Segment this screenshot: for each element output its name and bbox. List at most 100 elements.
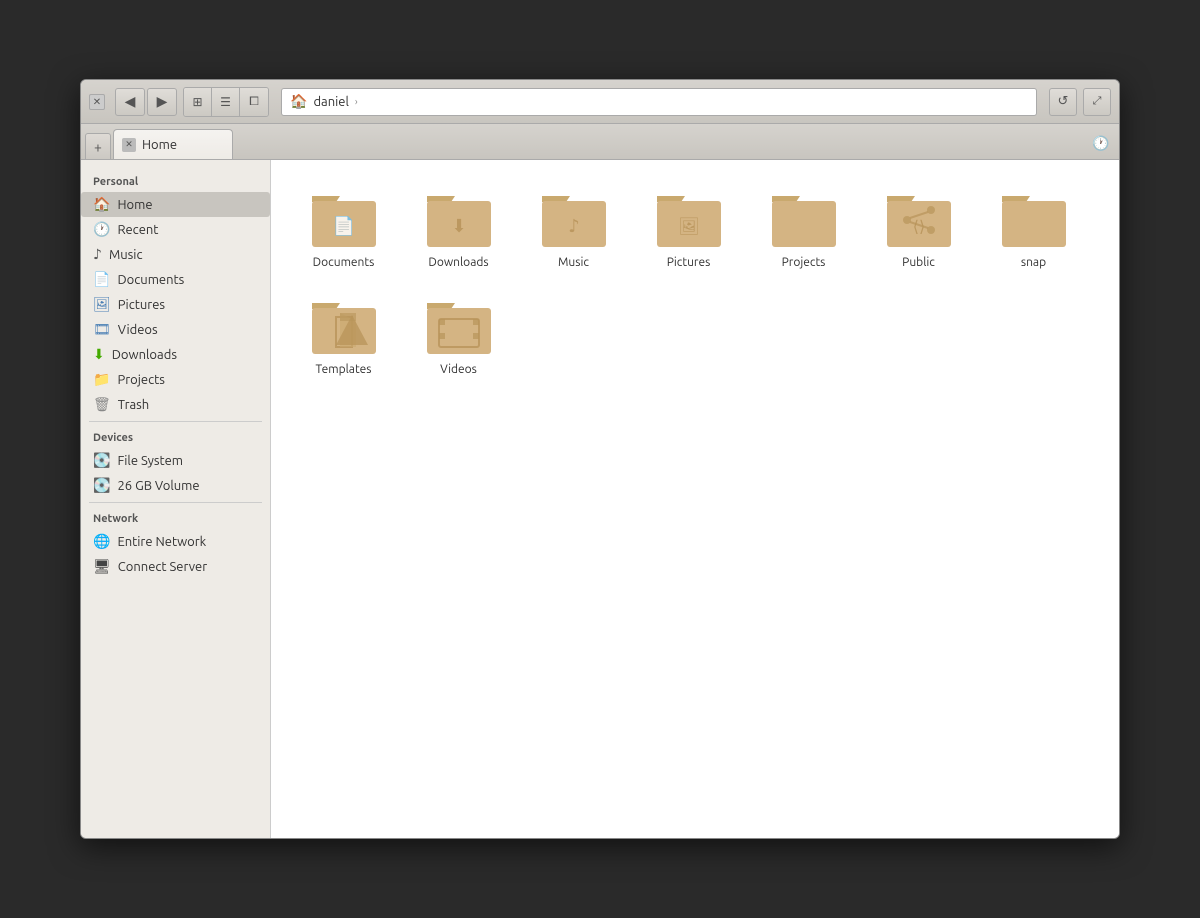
tab-close-button[interactable]: ✕: [122, 138, 136, 152]
file-manager-window: ✕ ◀ ▶ ⊞ ☰ ⧠ 🏠 daniel › ↺: [80, 79, 1120, 839]
forward-icon: ▶: [157, 93, 168, 110]
folder-icon-snap: [998, 188, 1070, 252]
sidebar-item-filesystem[interactable]: 💽 File System: [81, 448, 270, 473]
svg-text:♪: ♪: [568, 216, 580, 236]
filesystem-icon: 💽: [93, 452, 110, 469]
back-button[interactable]: ◀: [115, 88, 145, 116]
grid-icon: ⊞: [192, 95, 202, 109]
sidebar-item-downloads[interactable]: ⬇ Downloads: [81, 342, 270, 367]
chevron-icon: ›: [355, 96, 358, 107]
sidebar-item-pictures[interactable]: 🖼 Pictures: [81, 292, 270, 317]
svg-text:⬇: ⬇: [451, 216, 466, 236]
sidebar-item-label: Recent: [117, 223, 158, 237]
projects-icon: 📁: [93, 371, 110, 388]
file-item-templates[interactable]: Templates: [291, 287, 396, 384]
sidebar-item-label: Documents: [117, 273, 184, 287]
downloads-icon: ⬇: [93, 346, 105, 363]
sidebar-item-projects[interactable]: 📁 Projects: [81, 367, 270, 392]
sidebar-item-music[interactable]: ♪ Music: [81, 242, 270, 267]
sidebar-item-label: Downloads: [112, 348, 177, 362]
sidebar-item-label: 26 GB Volume: [117, 479, 199, 493]
folder-icon-projects: [768, 188, 840, 252]
file-label: Templates: [316, 363, 372, 376]
file-item-music[interactable]: ♪ Music: [521, 180, 626, 277]
titlebar: ✕ ◀ ▶ ⊞ ☰ ⧠ 🏠 daniel › ↺: [81, 80, 1119, 124]
tab-home[interactable]: ✕ Home: [113, 129, 233, 159]
file-label: Downloads: [428, 256, 488, 269]
reload-icon: ↺: [1058, 94, 1069, 109]
forward-button[interactable]: ▶: [147, 88, 177, 116]
file-item-videos[interactable]: Videos: [406, 287, 511, 384]
folder-icon-downloads: ⬇: [423, 188, 495, 252]
sidebar: Personal 🏠 Home 🕐 Recent ♪ Music 📄 Docum…: [81, 160, 271, 838]
videos-icon: 🎞: [93, 321, 111, 338]
file-item-snap[interactable]: snap: [981, 180, 1086, 277]
sidebar-item-trash[interactable]: 🗑 Trash: [81, 392, 270, 417]
sidebar-item-label: Trash: [118, 398, 149, 412]
file-label: Public: [902, 256, 935, 269]
sidebar-divider-2: [89, 502, 262, 503]
addressbar[interactable]: 🏠 daniel ›: [281, 88, 1037, 116]
view-split-button[interactable]: ⧠: [240, 88, 268, 116]
sidebar-item-documents[interactable]: 📄 Documents: [81, 267, 270, 292]
network-icon: 🌐: [93, 533, 110, 550]
sidebar-item-label: Connect Server: [118, 560, 207, 574]
file-item-downloads[interactable]: ⬇ Downloads: [406, 180, 511, 277]
expand-icon: ⤢: [1093, 95, 1102, 108]
svg-text:🖼: 🖼: [678, 217, 700, 236]
close-button[interactable]: ✕: [89, 94, 105, 110]
view-buttons: ⊞ ☰ ⧠: [183, 87, 269, 117]
sidebar-item-videos[interactable]: 🎞 Videos: [81, 317, 270, 342]
sidebar-item-label: Entire Network: [117, 535, 206, 549]
file-item-pictures[interactable]: 🖼 Pictures: [636, 180, 741, 277]
trash-icon: 🗑: [93, 396, 111, 413]
address-text: daniel: [313, 95, 348, 109]
folder-icon-music: ♪: [538, 188, 610, 252]
file-item-public[interactable]: ⟨⟩ Public: [866, 180, 971, 277]
view-grid-button[interactable]: ⊞: [184, 88, 212, 116]
file-label: Videos: [440, 363, 477, 376]
network-section-label: Network: [81, 507, 270, 529]
home-icon: 🏠: [93, 196, 110, 213]
main-area: Personal 🏠 Home 🕐 Recent ♪ Music 📄 Docum…: [81, 160, 1119, 838]
server-icon: 🖥: [93, 558, 111, 575]
home-icon: 🏠: [290, 93, 307, 110]
music-icon: ♪: [93, 246, 102, 263]
history-icon: 🕐: [1092, 135, 1109, 152]
volume-icon: 💽: [93, 477, 110, 494]
list-icon: ☰: [220, 95, 231, 109]
new-tab-button[interactable]: +: [85, 133, 111, 159]
sidebar-item-label: Projects: [117, 373, 164, 387]
folder-icon-templates: [308, 295, 380, 359]
sidebar-item-label: Videos: [118, 323, 158, 337]
sidebar-item-recent[interactable]: 🕐 Recent: [81, 217, 270, 242]
file-label: Pictures: [667, 256, 711, 269]
tabbar: + ✕ Home 🕐: [81, 124, 1119, 160]
file-grid: 📄 Documents ⬇ Downloads: [291, 180, 1099, 384]
folder-icon-pictures: 🖼: [653, 188, 725, 252]
personal-section-label: Personal: [81, 170, 270, 192]
file-label: Projects: [782, 256, 826, 269]
file-label: Music: [558, 256, 589, 269]
nav-buttons: ◀ ▶: [115, 88, 177, 116]
sidebar-divider-1: [89, 421, 262, 422]
sidebar-item-connectserver[interactable]: 🖥 Connect Server: [81, 554, 270, 579]
file-label: Documents: [313, 256, 375, 269]
file-item-documents[interactable]: 📄 Documents: [291, 180, 396, 277]
view-list-button[interactable]: ☰: [212, 88, 240, 116]
file-item-projects[interactable]: Projects: [751, 180, 856, 277]
documents-icon: 📄: [93, 271, 110, 288]
expand-button[interactable]: ⤢: [1083, 88, 1111, 116]
file-area: 📄 Documents ⬇ Downloads: [271, 160, 1119, 838]
back-icon: ◀: [125, 93, 136, 110]
devices-section-label: Devices: [81, 426, 270, 448]
folder-icon-documents: 📄: [308, 188, 380, 252]
sidebar-item-label: Pictures: [118, 298, 165, 312]
sidebar-item-entirenetwork[interactable]: 🌐 Entire Network: [81, 529, 270, 554]
reload-button[interactable]: ↺: [1049, 88, 1077, 116]
file-label: snap: [1021, 256, 1046, 269]
history-button[interactable]: 🕐: [1089, 131, 1113, 155]
sidebar-item-volume[interactable]: 💽 26 GB Volume: [81, 473, 270, 498]
sidebar-item-home[interactable]: 🏠 Home: [81, 192, 270, 217]
pictures-icon: 🖼: [93, 296, 111, 313]
